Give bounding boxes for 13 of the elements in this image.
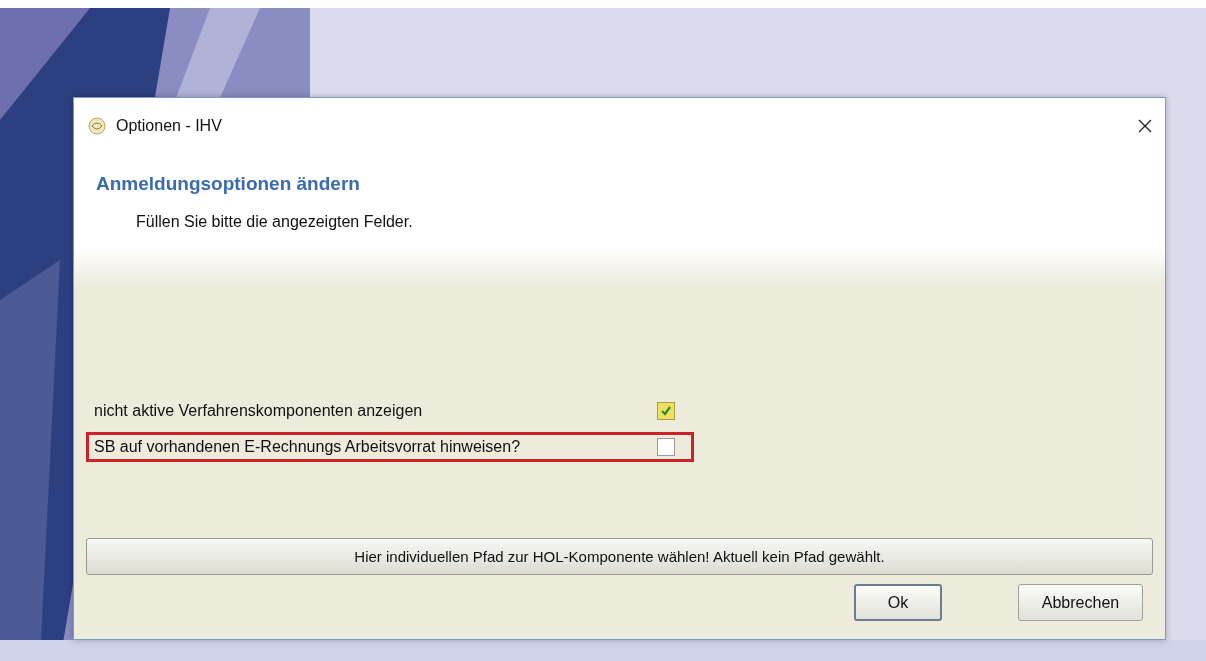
checkmark-icon (659, 404, 673, 418)
option-label: nicht aktive Verfahrenskomponenten anzeigen (94, 402, 423, 420)
dialog-button[interactable]: Ok (854, 584, 942, 621)
option-label: SB auf vorhandenen E-Rechnungs Arbeitsvorrat hinweisen? (94, 438, 521, 456)
checkbox[interactable] (657, 438, 675, 456)
window-title: Optionen - IHV (116, 116, 223, 135)
header-title: Anmeldungsoptionen ändern (96, 173, 361, 195)
app-icon (88, 116, 106, 135)
header-subtitle: Füllen Sie bitte die angezeigten Felder. (136, 213, 414, 231)
checkbox[interactable] (657, 402, 675, 420)
path-button[interactable]: Hier individuellen Pfad zur HOL-Komponente wählen! Aktuell kein Pfad gewählt. (86, 538, 1153, 575)
dialog-button[interactable]: Abbrechen (1018, 584, 1143, 621)
close-icon[interactable] (1137, 117, 1153, 134)
